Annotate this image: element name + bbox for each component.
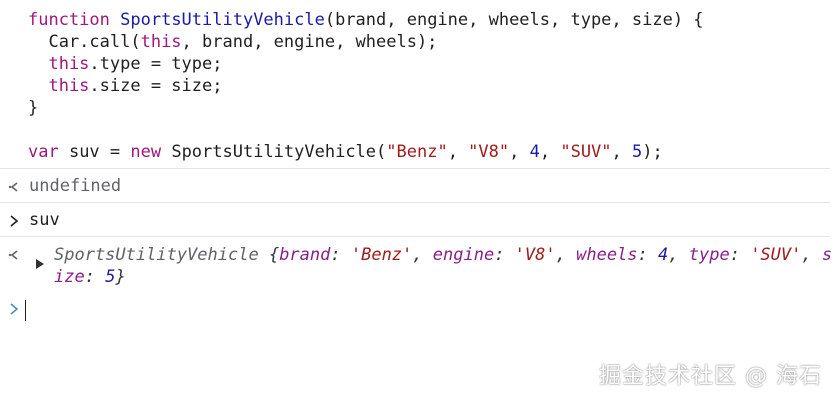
- code-text: }: [28, 98, 39, 118]
- object-punct: :: [637, 245, 659, 265]
- object-key: wheels: [576, 245, 638, 265]
- object-value: 4: [658, 245, 669, 265]
- return-arrow-icon: [8, 182, 18, 192]
- code-text: (brand, engine, wheels, type, size) {: [324, 10, 704, 30]
- code-string: "V8": [468, 142, 510, 162]
- object-key: brand: [279, 245, 331, 265]
- code-keyword: this: [28, 54, 90, 74]
- code-text: .size = size;: [89, 76, 223, 96]
- devtools-console: function SportsUtilityVehicle(brand, eng…: [0, 0, 836, 402]
- code-number: 4: [529, 142, 540, 162]
- console-result-undefined: undefined: [29, 176, 122, 196]
- prompt-chevron-icon: [10, 215, 19, 227]
- object-key: engine: [432, 245, 495, 265]
- code-text: .type = type;: [89, 54, 223, 74]
- console-separator: [0, 236, 830, 237]
- code-number: 5: [632, 142, 643, 162]
- watermark: 掘金技术社区 @ 海石: [599, 364, 822, 389]
- console-input-suv: suv: [29, 210, 60, 230]
- code-keyword: this: [140, 32, 182, 52]
- code-line-2: Car.call(this, brand, engine, wheels);: [28, 31, 704, 53]
- code-string: "SUV": [560, 142, 612, 162]
- object-value: 'SUV': [750, 245, 802, 265]
- console-separator: [0, 202, 830, 203]
- code-keyword: new: [130, 142, 162, 162]
- code-text: ,: [509, 142, 530, 162]
- code-keyword: this: [28, 76, 90, 96]
- object-punct: :: [494, 245, 515, 265]
- object-key: ize: [54, 267, 85, 287]
- code-text: suv =: [58, 142, 131, 162]
- console-result-object[interactable]: SportsUtilityVehicle {brand: 'Benz', eng…: [54, 244, 832, 288]
- object-key: type: [688, 245, 730, 265]
- console-input-caret[interactable]: [25, 300, 26, 321]
- code-text: , brand, engine, wheels);: [181, 32, 438, 52]
- object-punct: {: [258, 245, 280, 265]
- object-value: 5: [105, 267, 116, 287]
- object-class-name: SportsUtilityVehicle: [54, 245, 259, 265]
- code-text: SportsUtilityVehicle(: [161, 142, 387, 162]
- console-separator: [0, 168, 830, 169]
- code-text: ,: [447, 142, 469, 162]
- object-punct: :: [330, 245, 351, 265]
- code-line-3: this.type = type;: [28, 53, 704, 75]
- object-punct: ,: [668, 245, 689, 265]
- object-punct: :: [729, 245, 751, 265]
- code-string: "Benz": [386, 142, 448, 162]
- code-text: );: [642, 142, 663, 162]
- code-line-1: function SportsUtilityVehicle(brand, eng…: [28, 9, 704, 31]
- code-function-name: SportsUtilityVehicle: [120, 10, 325, 30]
- code-text: Car.call(: [28, 32, 141, 52]
- object-punct: ,: [555, 245, 577, 265]
- return-arrow-icon: [8, 250, 18, 260]
- code-keyword: function: [28, 10, 110, 30]
- code-line-4: this.size = size;: [28, 75, 704, 97]
- object-punct: }: [115, 267, 126, 287]
- code-text: ,: [539, 142, 561, 162]
- code-text: ,: [611, 142, 633, 162]
- console-input-code: function SportsUtilityVehicle(brand, eng…: [28, 9, 704, 163]
- prompt-chevron-icon: [10, 303, 19, 315]
- object-punct: ,: [412, 245, 433, 265]
- object-value: 'Benz': [350, 245, 413, 265]
- code-line-5: }: [28, 97, 704, 119]
- object-value: 'V8': [514, 245, 556, 265]
- object-key: s: [821, 245, 833, 265]
- object-punct: :: [84, 267, 106, 287]
- object-punct: ,: [801, 245, 822, 265]
- expand-triangle-icon[interactable]: [36, 259, 44, 269]
- code-keyword: var: [28, 142, 59, 162]
- code-line-7: var suv = new SportsUtilityVehicle("Benz…: [28, 141, 704, 163]
